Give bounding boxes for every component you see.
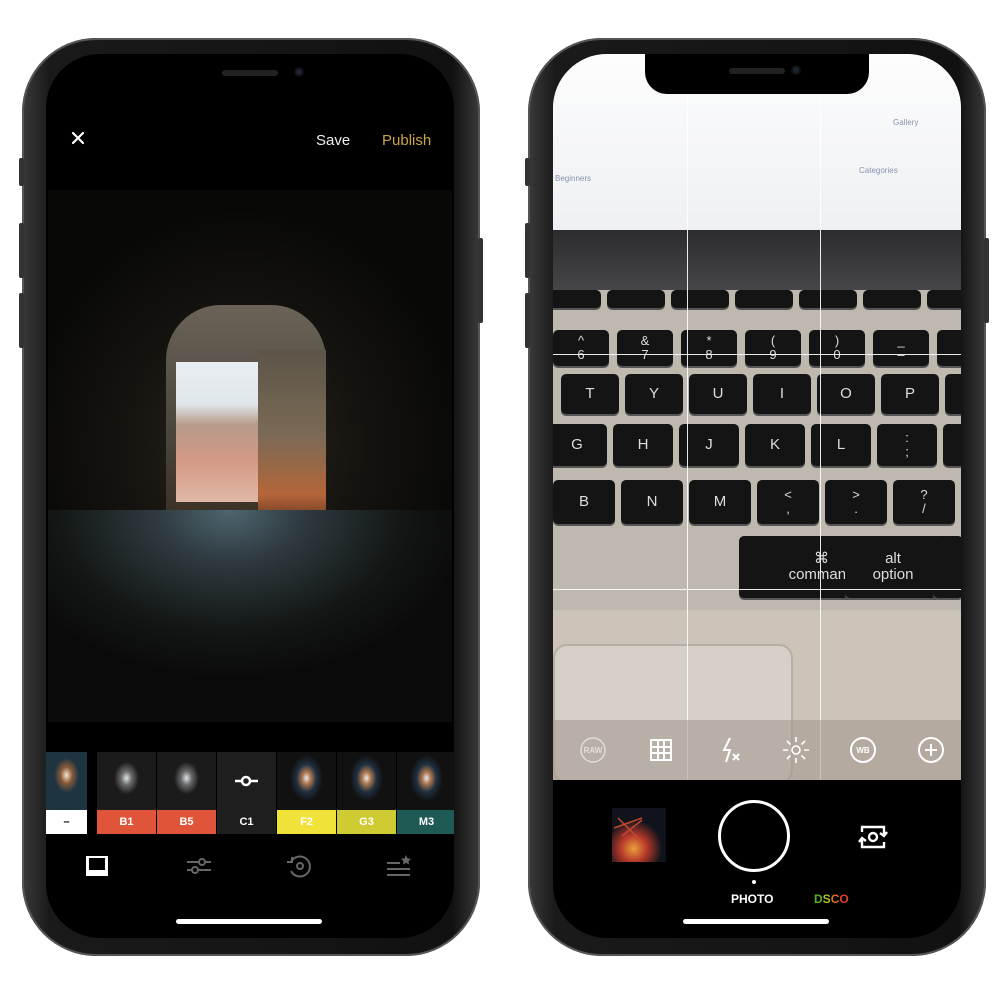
shutter-button[interactable]	[718, 800, 790, 872]
camera-screen: Gallery Categories Beginners ^6&7*8(9)0_…	[553, 54, 961, 938]
last-photo-thumbnail[interactable]	[612, 808, 666, 862]
filter-thumbnail	[337, 752, 396, 810]
screen-text: Gallery	[893, 118, 919, 127]
adjust-sliders-icon[interactable]	[184, 851, 214, 881]
keyboard-key: G	[553, 424, 607, 466]
filter-thumbnail	[217, 752, 276, 810]
keyboard-key: H	[613, 424, 673, 466]
keyboard-key: T	[561, 374, 619, 414]
camera-viewfinder[interactable]: Gallery Categories Beginners ^6&7*8(9)0_…	[553, 54, 961, 780]
filter-label: C1	[217, 810, 276, 834]
keyboard-key: :;	[877, 424, 937, 466]
flash-off-icon[interactable]	[717, 736, 745, 764]
filter-label: M3	[397, 810, 454, 834]
keyboard-photo: ^6&7*8(9)0_–TYUIOP{[GHJKL:;BNM<,>.?/⌘com…	[553, 290, 961, 610]
filter-label: B5	[157, 810, 216, 834]
keyboard-key: )0	[809, 330, 865, 366]
photo-preview	[48, 190, 452, 722]
keyboard-key: <,	[757, 480, 819, 524]
filter-preset-1[interactable]: B1	[97, 752, 156, 834]
filter-preset-6[interactable]: M3	[397, 752, 454, 834]
dsco-letter: S	[822, 892, 831, 906]
save-button[interactable]: Save	[316, 132, 350, 149]
home-indicator	[176, 919, 322, 924]
keyboard-key	[735, 290, 793, 308]
keyboard-key: O	[817, 374, 875, 414]
keyboard-key	[863, 290, 921, 308]
keyboard-key: {[	[945, 374, 961, 414]
editor-tab-bar	[46, 851, 454, 881]
raw-button[interactable]: RAW	[579, 736, 607, 764]
filter-label: G3	[337, 810, 396, 834]
grid-icon[interactable]	[647, 736, 675, 764]
keyboard-key: J	[679, 424, 739, 466]
filter-label: B1	[97, 810, 156, 834]
flip-camera-icon[interactable]	[858, 824, 888, 850]
mode-dsco[interactable]: DSCO	[814, 892, 849, 906]
keyboard-key: ? /	[893, 480, 955, 524]
filter-thumbnail	[397, 752, 454, 810]
publish-button[interactable]: Publish	[382, 132, 431, 149]
editor-screen: Save Publish – B1 B5 C1 F2 G3 M3	[46, 54, 454, 938]
filter-strip[interactable]: – B1 B5 C1 F2 G3 M3	[46, 752, 454, 834]
presets-icon[interactable]	[82, 851, 112, 881]
keyboard-key	[927, 290, 961, 308]
filter-label: –	[46, 810, 87, 834]
keyboard-key: Y	[625, 374, 683, 414]
keyboard-key: N	[621, 480, 683, 524]
svg-text:WB: WB	[856, 746, 870, 755]
keyboard-key: U	[689, 374, 747, 414]
keyboard-key	[937, 330, 961, 366]
keyboard-key: (9	[745, 330, 801, 366]
keyboard-key: ^6	[553, 330, 609, 366]
exposure-icon[interactable]	[782, 736, 810, 764]
keyboard-key	[671, 290, 729, 308]
phone-editor: Save Publish – B1 B5 C1 F2 G3 M3	[19, 38, 483, 956]
mode-indicator-dot	[752, 880, 756, 884]
filter-preset-3[interactable]: C1	[217, 752, 276, 834]
filter-thumbnail	[46, 752, 87, 810]
home-indicator	[683, 919, 829, 924]
close-icon[interactable]	[70, 130, 86, 146]
plus-icon[interactable]	[917, 736, 945, 764]
filter-thumbnail	[157, 752, 216, 810]
filter-thumbnail	[97, 752, 156, 810]
keyboard-key: &7	[617, 330, 673, 366]
dsco-letter: O	[839, 892, 849, 906]
svg-text:RAW: RAW	[584, 746, 603, 755]
keyboard-key: K	[745, 424, 805, 466]
camera-toolbar: RAW WB	[553, 720, 961, 780]
adjust-strength-icon[interactable]	[217, 752, 276, 810]
dsco-letter: D	[814, 892, 823, 906]
filter-preset-2[interactable]: B5	[157, 752, 216, 834]
filter-label: F2	[277, 810, 336, 834]
keyboard-key	[607, 290, 665, 308]
filter-thumbnail	[277, 752, 336, 810]
filter-preset-4[interactable]: F2	[277, 752, 336, 834]
keyboard-key: B	[553, 480, 615, 524]
keyboard-key: P	[881, 374, 939, 414]
history-icon[interactable]	[284, 851, 314, 881]
filter-preset-5[interactable]: G3	[337, 752, 396, 834]
keyboard-key: I	[753, 374, 811, 414]
keyboard-key: *8	[681, 330, 737, 366]
keyboard-key	[943, 424, 961, 466]
screen-text: Beginners	[555, 174, 592, 183]
white-balance-button[interactable]: WB	[849, 736, 877, 764]
mode-photo[interactable]: PHOTO	[731, 892, 773, 906]
keyboard-key	[799, 290, 857, 308]
keyboard-key: M	[689, 480, 751, 524]
phone-camera: Gallery Categories Beginners ^6&7*8(9)0_…	[525, 38, 989, 956]
recipes-icon[interactable]	[384, 851, 414, 881]
keyboard-key: >.	[825, 480, 887, 524]
keyboard-key: _–	[873, 330, 929, 366]
screen-text: Categories	[859, 166, 898, 175]
keyboard-key	[553, 290, 601, 308]
